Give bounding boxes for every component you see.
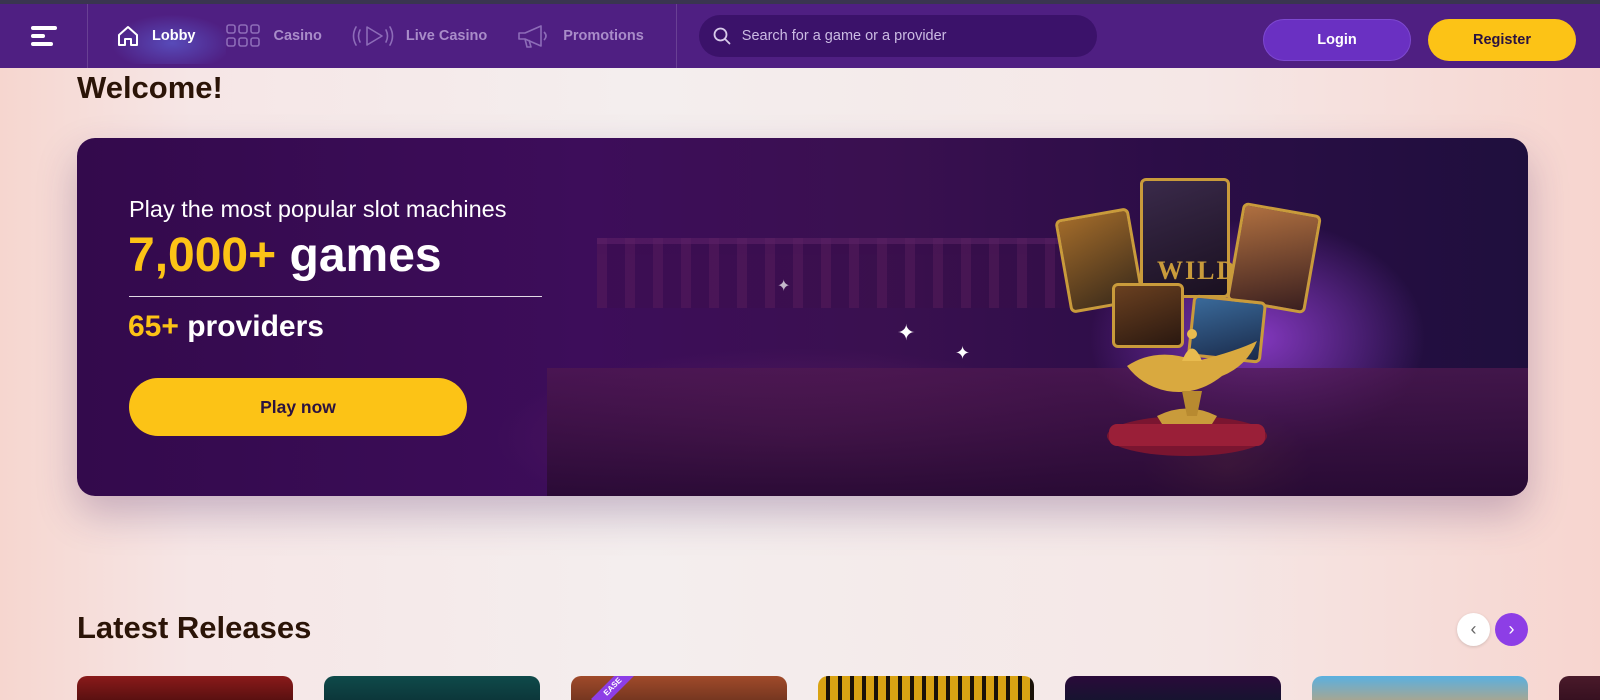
nav-label-casino: Casino: [273, 28, 322, 44]
sparkle-icon: ✦: [777, 278, 791, 295]
hero-background-railing: [597, 238, 1077, 308]
play-now-button[interactable]: Play now: [129, 378, 467, 436]
main-nav: Lobby Casino Live Casino Promotions: [88, 4, 674, 68]
home-icon: [116, 24, 140, 48]
nav-item-live-casino[interactable]: Live Casino: [352, 4, 487, 68]
game-thumbnail[interactable]: [324, 676, 540, 700]
game-thumbnail[interactable]: [1559, 676, 1600, 700]
nav-item-lobby[interactable]: Lobby: [106, 4, 226, 68]
search-input[interactable]: Search for a game or a provider: [698, 15, 1097, 57]
nav-item-promotions[interactable]: Promotions: [517, 4, 644, 68]
nav-item-casino[interactable]: Casino: [225, 4, 322, 68]
grid-icon: [225, 24, 262, 48]
hero-providers-count: 65+ providers: [128, 310, 324, 344]
carousel-prev-button[interactable]: ‹: [1457, 613, 1490, 646]
nav-label-lobby: Lobby: [152, 28, 196, 44]
sparkle-icon: ✦: [897, 320, 916, 345]
megaphone-icon: [517, 23, 551, 49]
game-thumbnail[interactable]: EASE: [571, 676, 787, 700]
hero-games-word: games: [289, 229, 442, 282]
game-thumbnail[interactable]: [1312, 676, 1528, 700]
nav-label-promotions: Promotions: [563, 28, 644, 44]
login-button[interactable]: Login: [1263, 19, 1411, 61]
release-ribbon: EASE: [591, 676, 635, 700]
hero-games-count: 7,000+ games: [128, 228, 442, 283]
menu-button[interactable]: [0, 4, 88, 68]
register-button[interactable]: Register: [1428, 19, 1576, 61]
search-icon: [713, 27, 731, 45]
game-thumbnail[interactable]: [77, 676, 293, 700]
sparkle-icon: ✦: [955, 343, 971, 363]
game-thumbnail[interactable]: [1065, 676, 1281, 700]
play-icon: [352, 23, 394, 49]
hero-banner[interactable]: WILD ✦ ✦ ✦ Play the most popular slot ma…: [77, 138, 1528, 496]
hero-providers-number: 65+: [128, 310, 179, 343]
search-placeholder: Search for a game or a provider: [741, 28, 947, 44]
section-title-latest-releases: Latest Releases: [77, 610, 312, 645]
nav-label-live-casino: Live Casino: [405, 28, 488, 44]
hamburger-icon: [30, 22, 57, 50]
top-navigation-bar: Lobby Casino Live Casino Promotions Sear…: [0, 0, 1600, 68]
magic-lamp-image: [1107, 329, 1267, 456]
game-thumbnail[interactable]: [818, 676, 1034, 700]
page-title: Welcome!: [77, 70, 223, 105]
latest-releases-carousel: EASE: [77, 676, 1600, 700]
carousel-next-button[interactable]: ›: [1495, 613, 1528, 646]
hero-games-number: 7,000+: [128, 229, 277, 282]
hero-background-floor: [547, 368, 1528, 496]
hero-providers-word: providers: [187, 310, 324, 343]
hero-card-sultan: [1225, 201, 1323, 315]
hero-wild-text: WILD: [1157, 256, 1238, 285]
hero-divider: [129, 296, 542, 297]
hero-subtitle: Play the most popular slot machines: [129, 196, 507, 222]
nav-divider: [675, 4, 677, 68]
